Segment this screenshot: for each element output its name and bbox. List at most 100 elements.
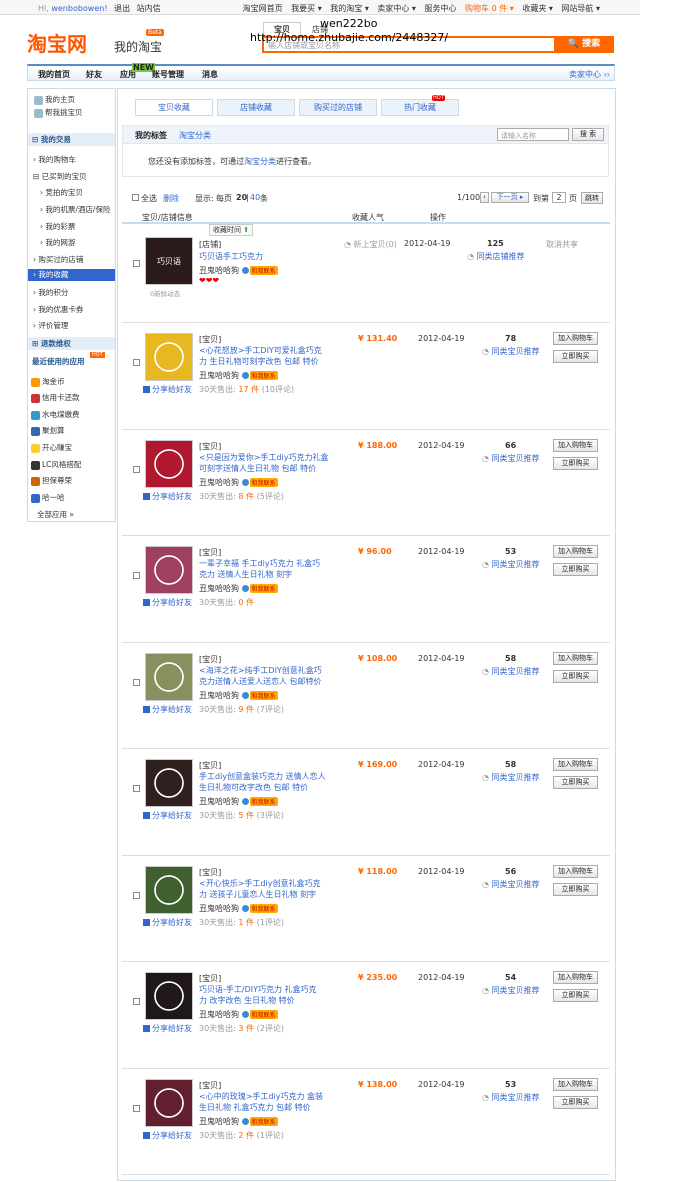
buy-now-button[interactable]: 立即购买 [553, 989, 598, 1002]
item-title-line2[interactable]: 力 送孩子儿童恋人生日礼物 刻字 [199, 889, 316, 900]
seller-center-menu[interactable]: 卖家中心 ▾ [377, 4, 416, 13]
item-thumbnail[interactable] [145, 866, 193, 914]
tab-category[interactable]: 淘宝分类 [179, 130, 211, 141]
item-title-line2[interactable]: 生日礼物 礼盒巧克力 包邮 特价 [199, 1102, 311, 1113]
buy-now-button[interactable]: 立即购买 [553, 350, 598, 363]
seller-center-link[interactable]: 卖家中心 ›› [569, 69, 610, 80]
contact-badge[interactable]: 和我联系 [249, 904, 278, 913]
share-link[interactable]: 分享给好友 [143, 491, 192, 502]
tab-item-favorites[interactable]: 宝贝收藏 [135, 99, 213, 116]
row-checkbox[interactable] [133, 572, 140, 579]
item-title-line2[interactable]: 克力送情人送爱人送恋人 包邮特价 [199, 676, 322, 687]
item-title-line2[interactable]: 克力 送情人生日礼物 刻字 [199, 569, 292, 580]
shop-thumbnail[interactable]: 巧贝语 [145, 237, 193, 285]
my-taobao-menu[interactable]: 我的淘宝 ▾ [330, 4, 369, 13]
per-page-40[interactable]: 40 [250, 193, 260, 202]
shop-dynamics[interactable]: 0新鲜动态 [150, 288, 180, 298]
similar-items-link[interactable]: ◔ 同类宝贝推荐 [482, 879, 540, 890]
app-guarantee[interactable]: 担保尊荣 [31, 475, 118, 486]
buy-now-button[interactable]: 立即购买 [553, 457, 598, 470]
app-lc-style[interactable]: LC风格搭配 [31, 459, 118, 470]
item-title-line1[interactable]: <心花怒放>手工DIY可爱礼盒巧克 [199, 345, 322, 356]
tab-bought-shops[interactable]: 购买过的店铺 [299, 99, 377, 116]
item-title-line2[interactable]: 力 生日礼物可刻字改色 包邮 特价 [199, 356, 319, 367]
tag-search-input[interactable]: 请输入名称 [497, 128, 569, 141]
contact-badge[interactable]: 和我联系 [249, 371, 278, 380]
nav-home[interactable]: 我的首页 [38, 69, 70, 80]
category-link[interactable]: 淘宝分类 [244, 157, 276, 166]
tab-my-tags[interactable]: 我的标签 [135, 130, 167, 141]
sidebar-pick[interactable]: 帮我挑宝贝 [34, 107, 121, 118]
service-center-link[interactable]: 服务中心 [425, 4, 457, 13]
row-checkbox[interactable] [133, 998, 140, 1005]
similar-items-link[interactable]: ◔ 同类宝贝推荐 [482, 453, 540, 464]
sidebar-item-favorites[interactable]: › 我的收藏 [28, 269, 115, 281]
sidebar-item-games[interactable]: › 我的网游 [40, 237, 127, 248]
search-button[interactable]: 🔍 搜索 [554, 36, 614, 53]
sidebar-item-reviews[interactable]: › 评价管理 [33, 320, 120, 331]
contact-badge[interactable]: 和我联系 [249, 266, 278, 275]
nav-account[interactable]: 账号管理 [152, 69, 184, 80]
cancel-share-link[interactable]: 取消共享 [546, 239, 578, 250]
home-link[interactable]: 淘宝网首页 [243, 4, 283, 13]
shop-name-link[interactable]: 巧贝语手工巧克力 [199, 251, 263, 262]
sidebar-item-coupons[interactable]: › 我的优惠卡券 [33, 304, 120, 315]
share-link[interactable]: 分享给好友 [143, 384, 192, 395]
add-to-cart-button[interactable]: 加入购物车 [553, 439, 598, 452]
nav-messages[interactable]: 消息 [202, 69, 218, 80]
app-happy-earn[interactable]: 开心赚宝 [31, 442, 118, 453]
next-page-button[interactable]: 下一页 ▸ [491, 192, 529, 203]
tag-search-button[interactable]: 搜 索 [572, 128, 604, 141]
site-nav-menu[interactable]: 网站导航 ▾ [561, 4, 600, 13]
buy-now-button[interactable]: 立即购买 [553, 883, 598, 896]
row-checkbox[interactable] [133, 679, 140, 686]
messages-link[interactable]: 站内信 [137, 4, 161, 13]
contact-badge[interactable]: 和我联系 [249, 478, 278, 487]
taobao-logo[interactable]: 淘宝网 [27, 28, 87, 57]
similar-items-link[interactable]: ◔ 同类宝贝推荐 [482, 1092, 540, 1103]
item-thumbnail[interactable] [145, 653, 193, 701]
sidebar-refund-head[interactable]: ⊞ 退款维权 [28, 337, 115, 350]
sidebar-item-auction[interactable]: › 竞拍的宝贝 [40, 187, 127, 198]
app-haha[interactable]: 哈一哈 [31, 492, 118, 503]
item-thumbnail[interactable] [145, 333, 193, 381]
item-thumbnail[interactable] [145, 759, 193, 807]
add-to-cart-button[interactable]: 加入购物车 [553, 545, 598, 558]
item-title-line1[interactable]: 一辈子幸福 手工diy巧克力 礼盒巧 [199, 558, 320, 569]
sidebar-item-cart[interactable]: › 我的购物车 [33, 154, 120, 165]
item-title-line1[interactable]: 手工diy创意盒装巧克力 送情人恋人 [199, 771, 326, 782]
buy-menu[interactable]: 我要买 ▾ [291, 4, 322, 13]
tab-shop-favorites[interactable]: 店铺收藏 [217, 99, 295, 116]
item-title-line2[interactable]: 生日礼物可改字改色 包邮 特价 [199, 782, 308, 793]
item-thumbnail[interactable] [145, 1079, 193, 1127]
item-title-line2[interactable]: 力 改字改色 生日礼物 特价 [199, 995, 295, 1006]
jump-button[interactable]: 跳转 [581, 192, 603, 204]
contact-badge[interactable]: 和我联系 [249, 691, 278, 700]
item-title-line1[interactable]: <海洋之花>纯手工DIY创意礼盒巧 [199, 665, 322, 676]
sidebar-item-bought[interactable]: ⊟ 已买到的宝贝 [33, 171, 120, 182]
page-input[interactable]: 2 [552, 192, 566, 203]
row-checkbox[interactable] [133, 466, 140, 473]
app-utilities[interactable]: 水电煤缴费 [31, 409, 118, 420]
favorites-menu[interactable]: 收藏夹 ▾ [522, 4, 553, 13]
item-title-line1[interactable]: 巧贝语-手工/DIY巧克力 礼盒巧克 [199, 984, 317, 995]
similar-items-link[interactable]: ◔ 同类宝贝推荐 [482, 985, 540, 996]
similar-items-link[interactable]: ◔ 同类宝贝推荐 [482, 666, 540, 677]
row-checkbox[interactable] [133, 260, 140, 267]
app-juhuasuan[interactable]: 聚划算 [31, 425, 118, 436]
add-to-cart-button[interactable]: 加入购物车 [553, 865, 598, 878]
share-link[interactable]: 分享给好友 [143, 1023, 192, 1034]
tab-hot-favorites[interactable]: 热门收藏 [381, 99, 459, 116]
share-link[interactable]: 分享给好友 [143, 597, 192, 608]
similar-items-link[interactable]: ◔ 同类宝贝推荐 [482, 346, 540, 357]
add-to-cart-button[interactable]: 加入购物车 [553, 1078, 598, 1091]
logout-link[interactable]: 退出 [114, 4, 130, 13]
item-thumbnail[interactable] [145, 546, 193, 594]
sidebar-item-points[interactable]: › 我的积分 [33, 287, 120, 298]
contact-badge[interactable]: 和我联系 [249, 584, 278, 593]
buy-now-button[interactable]: 立即购买 [553, 670, 598, 683]
prev-page-button[interactable]: ‹ [480, 192, 489, 203]
nav-friends[interactable]: 好友 [86, 69, 102, 80]
buy-now-button[interactable]: 立即购买 [553, 1096, 598, 1109]
select-all-checkbox[interactable] [132, 194, 139, 201]
